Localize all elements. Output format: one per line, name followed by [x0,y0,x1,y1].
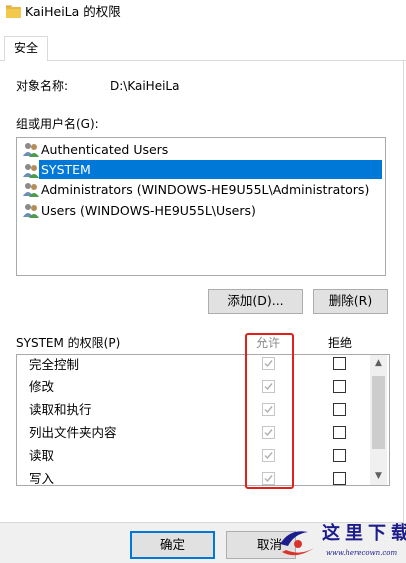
groups-label: 组或用户名(G): [16,117,99,131]
user-group-icon [23,143,39,157]
user-group-icon [23,204,39,218]
list-item-label: Administrators (WINDOWS-HE9U55L\Administ… [41,182,370,197]
ok-button[interactable]: 确定 [130,531,215,559]
watermark-logo-icon [280,531,314,556]
allow-column-highlight [245,333,294,489]
tab-security[interactable]: 安全 [4,36,48,61]
list-item-label: SYSTEM [41,162,91,177]
folder-icon [6,5,21,18]
list-item-label: Authenticated Users [41,142,169,157]
permission-row: 读取和执行 [29,402,92,417]
remove-button[interactable]: 删除(R) [313,289,388,314]
permission-row: 列出文件夹内容 [29,425,117,440]
watermark-url: www.herecown.com [326,549,398,557]
object-name-label: 对象名称: [16,79,69,93]
deny-checkbox-read[interactable] [333,449,346,462]
watermark-text: 这里下载 [322,523,406,544]
list-item-authenticated-users[interactable]: Authenticated Users [19,140,168,159]
list-item-users[interactable]: Users (WINDOWS-HE9U55L\Users) [19,201,256,220]
scrollbar-thumb[interactable] [372,376,385,449]
permission-row: 读取 [29,448,55,463]
object-name-value: D:\KaiHeiLa [110,79,180,93]
permission-row: 完全控制 [29,357,80,372]
add-button[interactable]: 添加(D)... [208,289,303,314]
deny-column-header: 拒绝 [328,336,353,350]
list-item-label: Users (WINDOWS-HE9U55L\Users) [41,203,256,218]
deny-checkbox-list-folder[interactable] [333,426,346,439]
deny-checkbox-modify[interactable] [333,380,346,393]
permission-row: 写入 [29,471,55,486]
user-group-icon [23,183,39,197]
groups-listbox[interactable]: Authenticated Users SYSTEM Administrator… [16,137,386,276]
deny-checkbox-read-execute[interactable] [333,403,346,416]
list-item-system[interactable]: SYSTEM [39,160,382,179]
user-group-icon [23,164,39,178]
scroll-up-arrow-icon[interactable]: ▲ [373,358,384,369]
permission-row: 修改 [29,379,55,394]
scroll-down-arrow-icon[interactable]: ▼ [373,471,384,482]
permissions-header: SYSTEM 的权限(P) [16,336,121,350]
deny-checkbox-full-control[interactable] [333,357,346,370]
deny-checkbox-write[interactable] [333,472,346,485]
list-item-administrators[interactable]: Administrators (WINDOWS-HE9U55L\Administ… [19,180,369,199]
window-title: KaiHeiLa 的权限 [25,4,121,19]
permissions-table: 完全控制 修改 读取和执行 列出文件夹内容 读取 写入 [16,354,390,486]
